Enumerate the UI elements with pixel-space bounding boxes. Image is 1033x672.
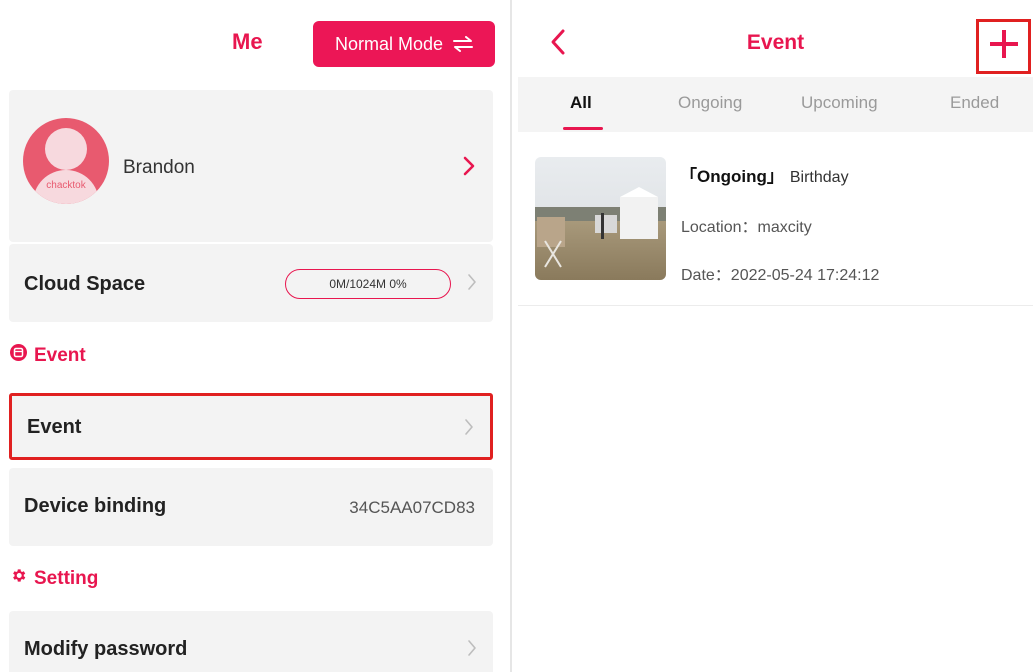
gear-icon (10, 567, 27, 590)
event-item-title: 「Ongoing」 Birthday (680, 162, 849, 187)
event-panel: Event All Ongoing Upcoming Ended 「Ongoin… (518, 0, 1033, 672)
event-status: 「Ongoing」 (680, 167, 784, 186)
device-binding-label: Device binding (24, 495, 167, 517)
modify-password-row[interactable]: Modify password (9, 611, 493, 672)
list-item[interactable]: 「Ongoing」 Birthday Location：maxcity Date：… (518, 140, 1033, 306)
panel-divider (510, 0, 512, 672)
chevron-right-icon (467, 273, 477, 296)
mode-button-label: Normal Mode (334, 33, 444, 54)
cloud-space-row[interactable]: Cloud Space 0M/1024M 0% (9, 244, 493, 322)
profile-card[interactable]: chacktok Brandon (9, 90, 493, 242)
device-binding-row[interactable]: Device binding 34C5AA07CD83 (9, 468, 493, 546)
modify-password-label: Modify password (24, 638, 188, 660)
event-badge-icon (10, 344, 27, 367)
event-row[interactable]: Event (9, 393, 493, 460)
chevron-right-icon (467, 639, 477, 662)
event-page-title: Event (746, 31, 805, 54)
cloud-usage-badge: 0M/1024M 0% (285, 269, 451, 299)
setting-section-header: Setting (10, 567, 98, 590)
cloud-space-label: Cloud Space (24, 273, 146, 295)
user-name: Brandon (123, 157, 195, 178)
setting-section-label: Setting (34, 567, 99, 589)
event-location: Location：maxcity (681, 219, 812, 236)
plus-icon (988, 28, 1020, 65)
me-panel: Me Normal Mode chacktok Brandon Cloud Sp… (0, 0, 507, 672)
tab-upcoming[interactable]: Upcoming (801, 93, 878, 113)
chevron-right-icon (464, 418, 474, 441)
event-date: Date：2022-05-24 17:24:12 (681, 267, 880, 284)
page-title: Me (232, 29, 263, 54)
event-thumbnail (535, 157, 666, 280)
chevron-right-icon (463, 156, 475, 181)
active-tab-indicator (563, 127, 603, 130)
add-event-button[interactable] (976, 19, 1031, 74)
swap-arrows-icon (453, 36, 474, 52)
avatar: chacktok (23, 118, 109, 204)
tab-ended[interactable]: Ended (950, 93, 999, 113)
event-section-header: Event (10, 344, 86, 367)
event-name: Birthday (789, 169, 849, 186)
avatar-brand-text: chacktok (46, 180, 86, 191)
event-tabs: All Ongoing Upcoming Ended (518, 77, 1033, 132)
event-section-label: Event (34, 344, 86, 366)
normal-mode-button[interactable]: Normal Mode (313, 21, 495, 67)
event-row-label: Event (27, 416, 82, 438)
device-id: 34C5AA07CD83 (349, 498, 475, 517)
tab-all[interactable]: All (570, 93, 592, 113)
tab-ongoing[interactable]: Ongoing (678, 93, 742, 113)
